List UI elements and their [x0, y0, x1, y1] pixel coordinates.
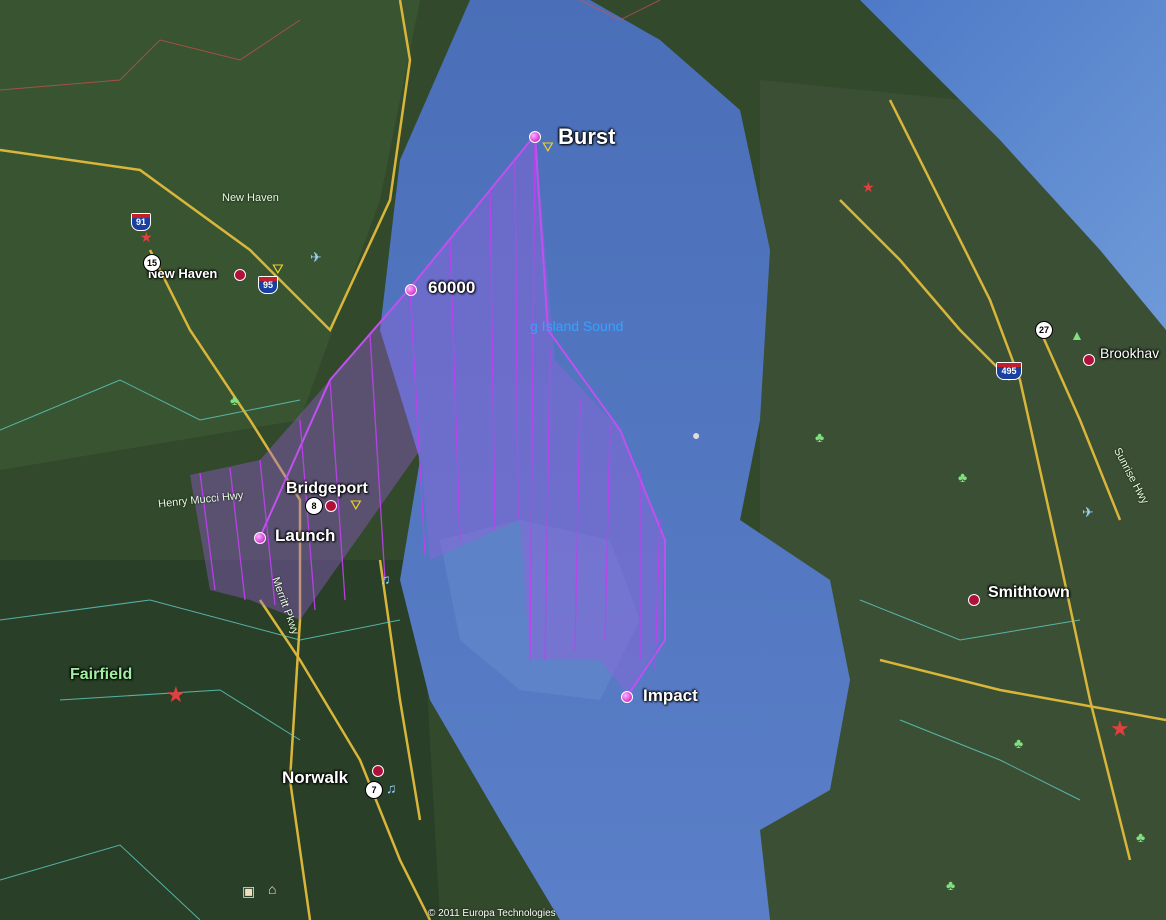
new-haven-dot[interactable]	[234, 269, 246, 281]
interstate-495-shield: 495	[996, 362, 1022, 380]
launch-label: Launch	[275, 526, 336, 545]
fairfield-label: Fairfield	[70, 666, 133, 683]
norwalk-label: Norwalk	[282, 768, 349, 787]
brookhaven-label: Brookhav	[1100, 345, 1160, 361]
smithtown-dot[interactable]	[968, 594, 980, 606]
map-view[interactable]: Burst ⛛ 60000 Launch Impact g Island Sou…	[0, 0, 1166, 920]
balloon-icon[interactable]: ⛛	[272, 262, 284, 276]
star-icon[interactable]: ★	[862, 180, 875, 194]
burst-label: Burst	[558, 124, 616, 149]
museum-icon[interactable]: ⌂	[268, 882, 276, 896]
altitude-marker[interactable]	[405, 284, 417, 296]
park-icon[interactable]: ♣	[958, 470, 967, 484]
route-15-shield: 15	[143, 254, 161, 272]
interstate-95-shield: 95	[258, 276, 278, 294]
smithtown-label: Smithtown	[988, 584, 1070, 601]
park-icon[interactable]: ♣	[1014, 736, 1023, 750]
park-icon[interactable]: ♣	[230, 393, 239, 407]
music-icon[interactable]: ♫	[380, 572, 391, 586]
route-8-shield: 8	[305, 497, 323, 515]
route-27-shield: 27	[1035, 321, 1053, 339]
park-icon[interactable]: ♣	[815, 430, 824, 444]
music-icon[interactable]: ♫	[386, 781, 397, 795]
balloon-icon[interactable]: ⛛	[350, 498, 362, 512]
park-icon[interactable]: ▲	[1070, 328, 1084, 342]
impact-marker[interactable]	[621, 691, 633, 703]
launch-marker[interactable]	[254, 532, 266, 544]
water-body-label: g Island Sound	[530, 318, 624, 334]
star-icon[interactable]: ★	[1110, 718, 1130, 740]
bridgeport-label: Bridgeport	[286, 480, 368, 497]
camera-icon[interactable]: ▣	[242, 884, 255, 898]
park-icon[interactable]: ♣	[946, 878, 955, 892]
star-icon[interactable]: ★	[140, 230, 153, 244]
star-icon[interactable]: ★	[166, 684, 186, 706]
balloon-icon[interactable]: ⛛	[542, 140, 554, 154]
brookhaven-dot[interactable]	[1083, 354, 1095, 366]
airport-icon[interactable]: ✈	[1082, 505, 1094, 519]
camera-icon[interactable]: ●	[692, 428, 700, 442]
route-7-shield: 7	[365, 781, 383, 799]
impact-label: Impact	[643, 686, 698, 705]
bridgeport-dot[interactable]	[325, 500, 337, 512]
altitude-label: 60000	[428, 278, 476, 297]
burst-marker[interactable]	[529, 131, 541, 143]
copyright-text: © 2011 Europa Technologies	[428, 908, 556, 919]
new-haven-area-label: New Haven	[222, 192, 279, 204]
park-icon[interactable]: ♣	[1136, 830, 1145, 844]
airport-icon[interactable]: ✈	[310, 250, 322, 264]
norwalk-dot[interactable]	[372, 765, 384, 777]
